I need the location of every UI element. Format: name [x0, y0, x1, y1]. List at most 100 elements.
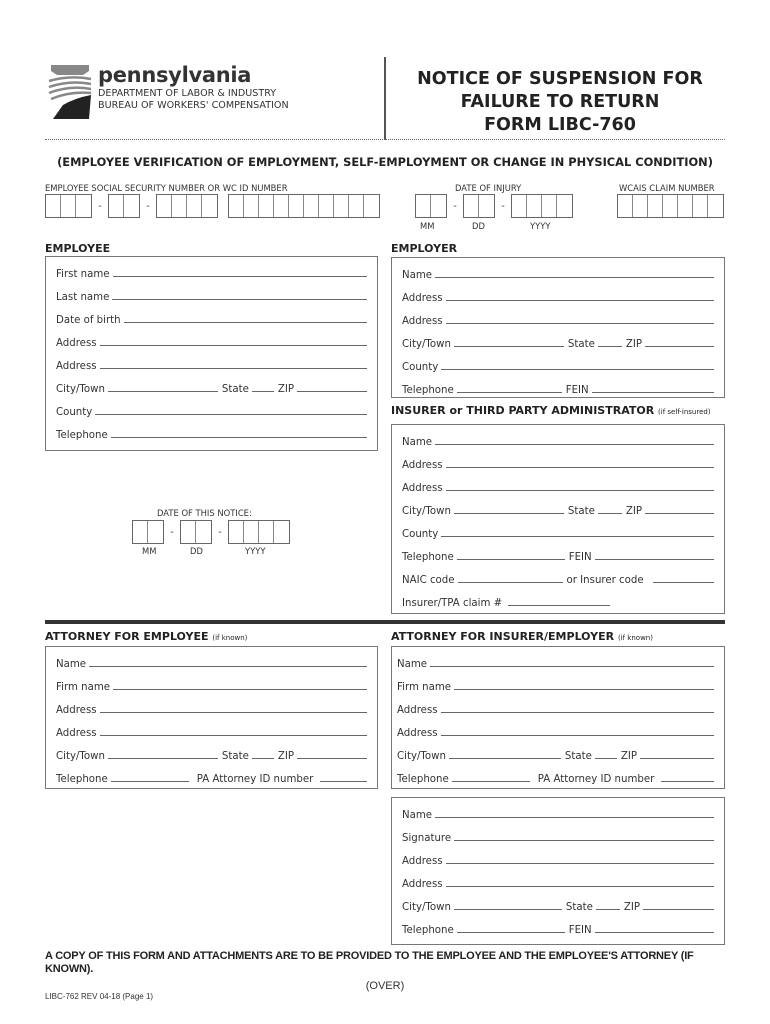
atty-ins-city-row[interactable]: City/Town State ZIP — [392, 739, 724, 762]
fein-input[interactable] — [594, 932, 714, 933]
ssn-part-2[interactable] — [108, 194, 140, 218]
insurer-county-row[interactable]: County — [392, 517, 724, 540]
address2-input[interactable] — [99, 735, 367, 736]
insurer-code-input[interactable] — [652, 582, 714, 583]
telephone-input[interactable] — [456, 559, 565, 560]
insurer-name-row[interactable]: Name — [392, 425, 724, 448]
employee-address2-row[interactable]: Address — [46, 349, 377, 372]
dob-input[interactable] — [123, 322, 367, 323]
city-input[interactable] — [107, 391, 218, 392]
employee-address-row[interactable]: Address — [46, 326, 377, 349]
first-name-input[interactable] — [112, 276, 367, 277]
atty-emp-firm-row[interactable]: Firm name — [46, 670, 377, 693]
notice-yyyy[interactable] — [228, 520, 290, 544]
name-input[interactable] — [89, 666, 367, 667]
name-input[interactable] — [435, 444, 714, 445]
name-input[interactable] — [435, 277, 714, 278]
address-input[interactable] — [445, 467, 714, 468]
name-input[interactable] — [435, 817, 714, 818]
wcais-claim-field[interactable] — [617, 194, 724, 218]
city-input[interactable] — [107, 758, 218, 759]
address2-input[interactable] — [445, 490, 714, 491]
fein-input[interactable] — [591, 392, 714, 393]
notice-dd[interactable] — [180, 520, 212, 544]
atty-emp-city-row[interactable]: City/Town State ZIP — [46, 739, 377, 762]
zip-input[interactable] — [643, 909, 714, 910]
insurer-city-row[interactable]: City/Town State ZIP — [392, 494, 724, 517]
signer-city-row[interactable]: City/Town State ZIP — [392, 890, 724, 913]
telephone-input[interactable] — [456, 392, 562, 393]
state-input[interactable] — [594, 758, 617, 759]
fein-input[interactable] — [594, 559, 714, 560]
city-input[interactable] — [448, 758, 561, 759]
address-input[interactable] — [99, 712, 367, 713]
employer-city-row[interactable]: City/Town State ZIP — [392, 327, 724, 350]
ssn-part-1[interactable] — [45, 194, 92, 218]
city-input[interactable] — [453, 513, 564, 514]
firm-input[interactable] — [113, 689, 367, 690]
injury-dd[interactable] — [463, 194, 495, 218]
insurer-naic-row[interactable]: NAIC code or Insurer code — [392, 563, 724, 586]
pa-id-input[interactable] — [320, 781, 367, 782]
address-input[interactable] — [445, 863, 714, 864]
employee-dob-row[interactable]: Date of birth — [46, 303, 377, 326]
atty-ins-address-row[interactable]: Address — [392, 693, 724, 716]
employee-first-name-row[interactable]: First name — [46, 257, 377, 280]
atty-emp-name-row[interactable]: Name — [46, 647, 377, 670]
atty-ins-address2-row[interactable]: Address — [392, 716, 724, 739]
employee-city-row[interactable]: City/Town State ZIP — [46, 372, 377, 395]
injury-yyyy[interactable] — [511, 194, 573, 218]
city-input[interactable] — [453, 346, 564, 347]
pa-id-input[interactable] — [661, 781, 714, 782]
signer-address2-row[interactable]: Address — [392, 867, 724, 890]
telephone-input[interactable] — [456, 932, 565, 933]
address2-input[interactable] — [99, 368, 367, 369]
address2-input[interactable] — [440, 735, 714, 736]
telephone-input[interactable] — [451, 781, 530, 782]
address2-input[interactable] — [445, 323, 714, 324]
notice-mm[interactable] — [132, 520, 164, 544]
zip-input[interactable] — [640, 758, 714, 759]
signer-signature-row[interactable]: Signature — [392, 821, 724, 844]
signer-name-row[interactable]: Name — [392, 798, 724, 821]
name-input[interactable] — [430, 666, 714, 667]
county-input[interactable] — [441, 369, 714, 370]
employer-address2-row[interactable]: Address — [392, 304, 724, 327]
state-input[interactable] — [251, 391, 274, 392]
telephone-input[interactable] — [110, 437, 367, 438]
ssn-field[interactable]: - - — [45, 194, 218, 218]
employer-name-row[interactable]: Name — [392, 258, 724, 281]
atty-emp-address2-row[interactable]: Address — [46, 716, 377, 739]
atty-emp-telephone-row[interactable]: Telephone PA Attorney ID number — [46, 762, 377, 785]
state-input[interactable] — [251, 758, 274, 759]
address-input[interactable] — [440, 712, 714, 713]
address-input[interactable] — [445, 300, 714, 301]
zip-input[interactable] — [297, 758, 367, 759]
claim-input[interactable] — [508, 605, 611, 606]
last-name-input[interactable] — [112, 299, 367, 300]
employer-county-row[interactable]: County — [392, 350, 724, 373]
state-input[interactable] — [597, 346, 622, 347]
injury-mm[interactable] — [415, 194, 447, 218]
address2-input[interactable] — [445, 886, 714, 887]
zip-input[interactable] — [645, 346, 714, 347]
insurer-claim-row[interactable]: Insurer/TPA claim # — [392, 586, 724, 609]
wc-id-field[interactable] — [228, 194, 380, 218]
insurer-address2-row[interactable]: Address — [392, 471, 724, 494]
insurer-telephone-row[interactable]: Telephone FEIN — [392, 540, 724, 563]
signature-input[interactable] — [454, 840, 714, 841]
zip-input[interactable] — [297, 391, 367, 392]
county-input[interactable] — [441, 536, 714, 537]
ssn-part-3[interactable] — [156, 194, 218, 218]
employee-county-row[interactable]: County — [46, 395, 377, 418]
employee-last-name-row[interactable]: Last name — [46, 280, 377, 303]
telephone-input[interactable] — [110, 781, 189, 782]
employee-telephone-row[interactable]: Telephone — [46, 418, 377, 441]
atty-ins-firm-row[interactable]: Firm name — [392, 670, 724, 693]
state-input[interactable] — [595, 909, 620, 910]
atty-ins-name-row[interactable]: Name — [392, 647, 724, 670]
employer-telephone-row[interactable]: Telephone FEIN — [392, 373, 724, 396]
employer-address-row[interactable]: Address — [392, 281, 724, 304]
county-input[interactable] — [95, 414, 367, 415]
atty-ins-telephone-row[interactable]: Telephone PA Attorney ID number — [392, 762, 724, 785]
